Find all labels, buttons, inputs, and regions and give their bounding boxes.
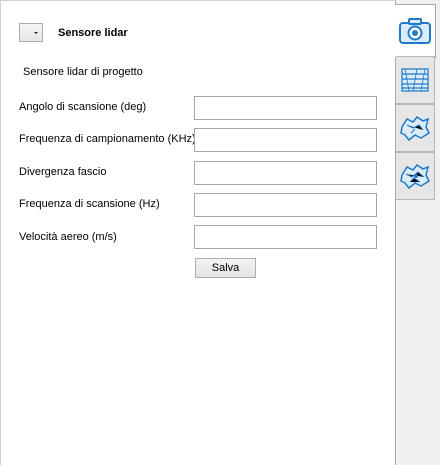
- side-tab-strip: [395, 0, 440, 465]
- tab-flight-lines[interactable]: [396, 56, 435, 104]
- tab-lidar-sensor[interactable]: [395, 4, 436, 58]
- scan-frequency-label: Frequenza di scansione (Hz): [19, 198, 160, 210]
- camera-icon: [399, 18, 431, 44]
- beam-divergence-label: Divergenza fascio: [19, 166, 107, 178]
- save-button[interactable]: Salva: [195, 258, 256, 278]
- section-subtitle: Sensore lidar di progetto: [23, 66, 143, 78]
- sampling-frequency-input[interactable]: [194, 128, 377, 152]
- aircraft-speed-label: Velocità aereo (m/s): [19, 231, 117, 243]
- scan-angle-input[interactable]: [194, 96, 377, 120]
- flight-lines-icon: [401, 68, 429, 92]
- scan-frequency-input[interactable]: [194, 193, 377, 217]
- chevron-down-icon: [34, 32, 38, 34]
- sensor-dropdown-button[interactable]: [19, 23, 43, 42]
- beam-divergence-input[interactable]: [194, 161, 377, 185]
- map-area-settings-icon: [400, 163, 430, 190]
- tab-survey-area-settings[interactable]: [396, 152, 435, 200]
- lidar-sensor-panel: Sensore lidar Sensore lidar di progetto …: [0, 0, 396, 465]
- sampling-frequency-label: Frequenza di campionamento (KHz): [19, 133, 196, 145]
- tab-survey-area[interactable]: [396, 104, 435, 152]
- scan-angle-label: Angolo di scansione (deg): [19, 101, 147, 113]
- map-area-icon: [400, 115, 430, 142]
- panel-title: Sensore lidar: [58, 27, 128, 39]
- aircraft-speed-input[interactable]: [194, 225, 377, 249]
